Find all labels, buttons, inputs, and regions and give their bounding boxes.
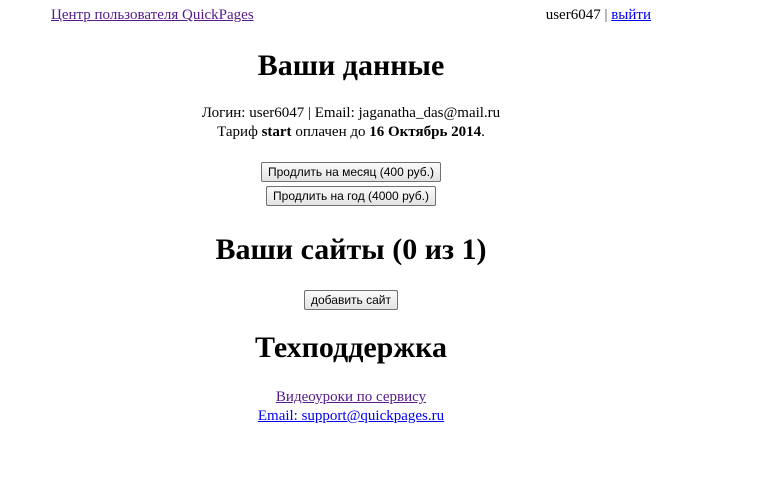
login-label: Логин: <box>201 105 246 121</box>
renew-month-button[interactable]: Продлить на месяц (400 руб.) <box>261 162 441 182</box>
support-links: Видеоуроки по сервису Email: support@qui… <box>51 388 651 426</box>
logout-link[interactable]: выйти <box>611 7 651 23</box>
add-site-wrap: добавить сайт <box>51 290 651 310</box>
user-area: user6047 | выйти <box>546 7 651 24</box>
support-email-link[interactable]: Email: support@quickpages.ru <box>258 408 444 424</box>
paid-until-date: 16 Октябрь 2014 <box>369 124 482 140</box>
renew-buttons: Продлить на месяц (400 руб.) Продлить на… <box>51 162 651 206</box>
top-bar: Центр пользователя QuickPages user6047 |… <box>51 7 651 27</box>
add-site-button[interactable]: добавить сайт <box>304 290 398 310</box>
separator: | <box>604 7 608 23</box>
login-value: user6047 <box>249 105 305 121</box>
support-title: Техподдержка <box>255 331 447 364</box>
tariff-label: Тариф <box>217 124 258 140</box>
email-value: jaganatha_das@mail.ru <box>358 105 501 121</box>
renew-year-button[interactable]: Продлить на год (4000 руб.) <box>266 186 436 206</box>
home-link[interactable]: Центр пользователя QuickPages <box>51 7 254 24</box>
info-separator: | <box>307 105 311 121</box>
credentials-line: Логин: user6047 | Email: jaganatha_das@m… <box>51 104 651 123</box>
sites-title: Ваши сайты (0 из 1) <box>215 233 487 266</box>
account-title: Ваши данные <box>257 49 445 82</box>
video-tutorials-link[interactable]: Видеоуроки по сервису <box>276 389 426 405</box>
username: user6047 <box>545 7 601 23</box>
paid-until-label: оплачен до <box>295 124 366 140</box>
tariff-line: Тариф start оплачен до 16 Октябрь 2014. <box>51 123 651 142</box>
tariff-period: . <box>481 124 485 140</box>
main-content: Ваши данные Логин: user6047 | Email: jag… <box>51 48 651 426</box>
email-label: Email: <box>314 105 355 121</box>
account-info: Логин: user6047 | Email: jaganatha_das@m… <box>51 104 651 142</box>
tariff-name: start <box>261 124 292 140</box>
